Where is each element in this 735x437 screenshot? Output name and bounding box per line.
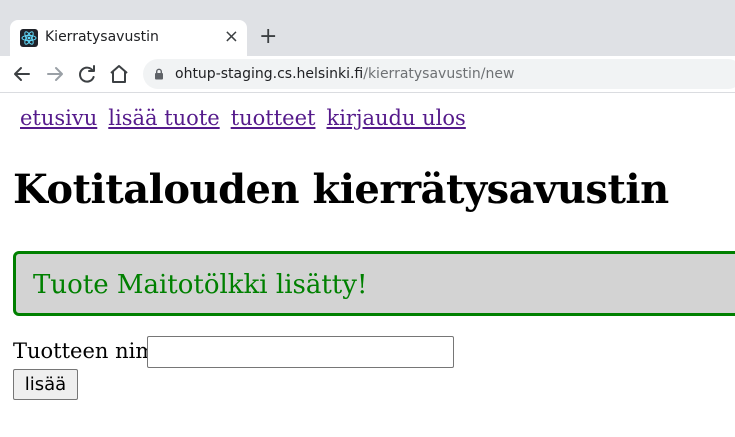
nav-link-etusivu[interactable]: etusivu [20, 106, 97, 130]
lock-icon [155, 68, 163, 80]
tab-title: Kierratysavustin [45, 29, 159, 45]
url-path: /kierratysavustin/new [363, 66, 515, 82]
home-icon[interactable] [107, 62, 131, 86]
nav-link-tuotteet[interactable]: tuotteet [231, 106, 316, 130]
back-arrow-icon[interactable] [10, 62, 34, 86]
nav-link-lisaa-tuote[interactable]: lisää tuote [108, 106, 219, 130]
forward-arrow-icon[interactable] [43, 62, 67, 86]
close-tab-icon[interactable]: × [224, 26, 239, 47]
page-title: Kotitalouden kierrätysavustin [13, 166, 669, 213]
nav-link-kirjaudu-ulos[interactable]: kirjaudu ulos [326, 106, 465, 130]
browser-toolbar: ohtup-staging.cs.helsinki.fi/kierratysav… [0, 56, 735, 93]
react-icon [20, 29, 38, 47]
notification-text: Tuote Maitotölkki lisätty! [33, 270, 368, 300]
product-name-input[interactable] [147, 336, 454, 368]
reload-icon[interactable] [75, 62, 99, 86]
success-notification: Tuote Maitotölkki lisätty! [13, 251, 735, 316]
address-bar[interactable]: ohtup-staging.cs.helsinki.fi/kierratysav… [143, 59, 735, 89]
product-name-label: Tuotteen nimi [13, 339, 162, 363]
url-host: ohtup-staging.cs.helsinki.fi [175, 66, 364, 82]
new-tab-icon[interactable]: + [259, 24, 277, 50]
browser-tab[interactable]: Kierratysavustin × [10, 20, 247, 56]
browser-tab-bar: Kierratysavustin × + [0, 0, 735, 56]
main-navigation: etusivu lisää tuote tuotteet kirjaudu ulos [20, 106, 477, 130]
url-text: ohtup-staging.cs.helsinki.fi/kierratysav… [175, 59, 514, 89]
page-content: etusivu lisää tuote tuotteet kirjaudu ulos … [0, 93, 735, 437]
add-product-button[interactable]: lisää [13, 369, 78, 400]
